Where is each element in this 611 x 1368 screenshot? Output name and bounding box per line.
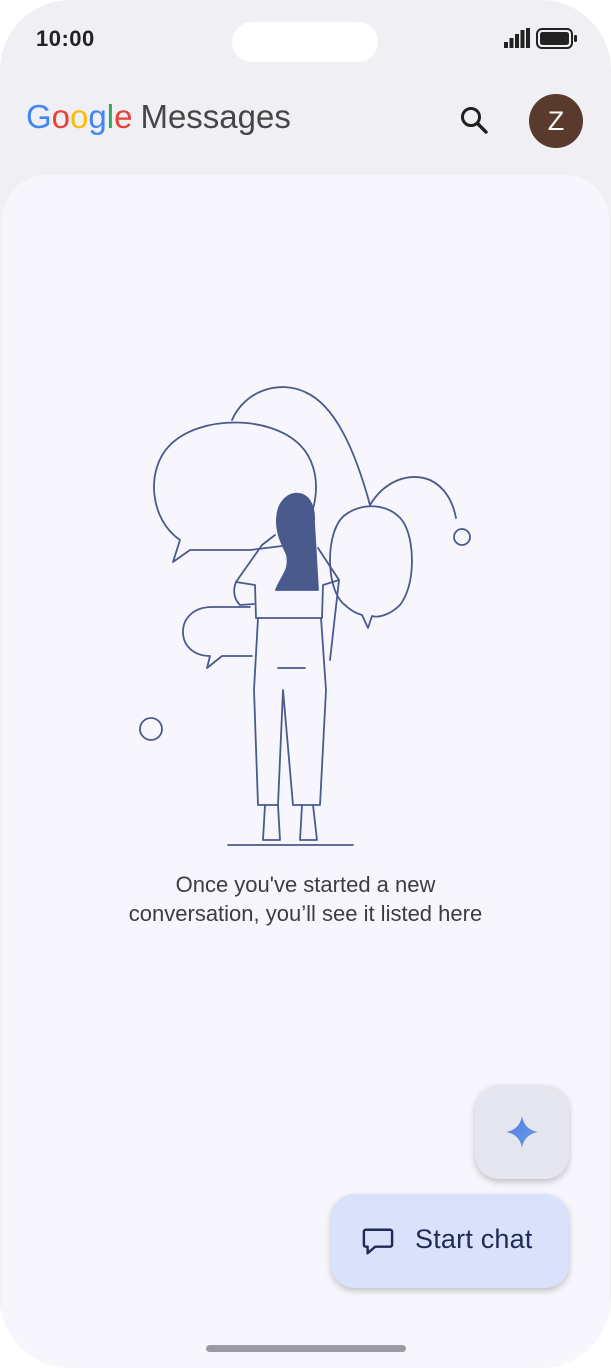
status-bar: 10:00 [0,0,611,78]
empty-state-illustration [139,386,471,846]
empty-state-line-2: conversation, you’ll see it listed here [128,901,483,926]
app-title: Messages [140,98,291,135]
start-chat-button[interactable]: Start chat [331,1194,569,1288]
chat-bubble-icon [362,1228,394,1255]
search-button[interactable] [452,98,496,142]
search-icon [461,107,488,134]
logo-letter: l [106,98,115,135]
logo-letter: o [70,98,89,135]
logo-letter: o [51,98,71,135]
empty-state-line-1: Once you've started a new [175,872,436,897]
app-logo: Google Messages [26,98,291,136]
sparkle-icon [506,1116,538,1148]
logo-letter: e [114,98,133,135]
gemini-button[interactable] [475,1085,569,1179]
avatar-initial: Z [547,105,565,136]
account-avatar[interactable]: Z [529,94,583,148]
empty-state-message: Once you've started a new conversation, … [60,870,551,928]
logo-letter: G [26,98,52,135]
home-indicator[interactable] [206,1345,406,1352]
start-chat-label: Start chat [415,1224,533,1254]
logo-letter: g [88,98,107,135]
battery-icon [536,28,577,49]
phone-frame: 10:00 Google Messages Z Once you've star… [0,0,611,1368]
status-time: 10:00 [36,26,95,51]
signal-icon [504,28,530,48]
dynamic-island [232,22,378,62]
